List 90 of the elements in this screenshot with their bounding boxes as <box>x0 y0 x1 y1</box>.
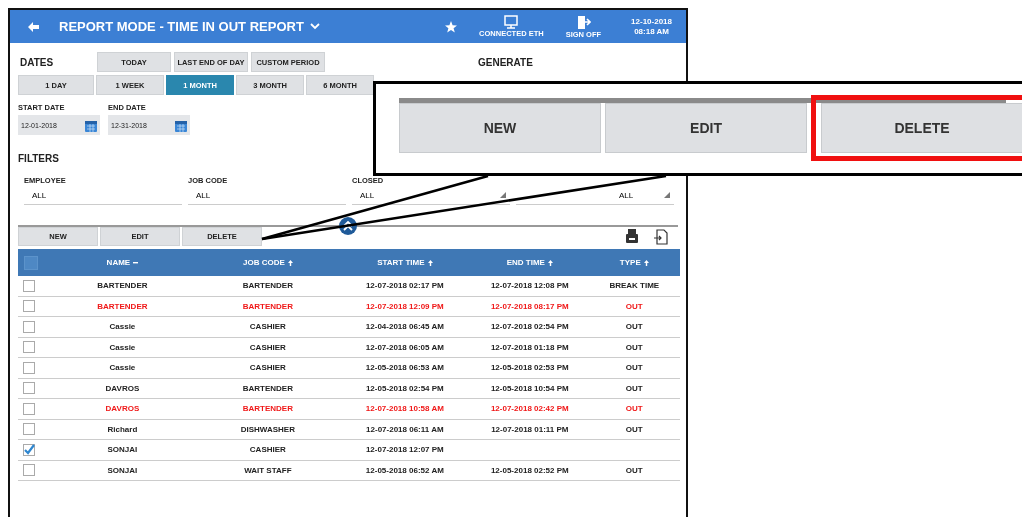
table-cell: 12-07-2018 08:17 PM <box>490 301 569 311</box>
filter-field[interactable]: ALL <box>24 186 182 205</box>
table-cell: DAVROS <box>105 383 140 393</box>
table-cell: OUT <box>625 342 643 352</box>
table-cell: 12-07-2018 01:18 PM <box>490 342 569 352</box>
table-cell: 12-07-2018 12:08 PM <box>490 281 569 291</box>
table-cell: 12-05-2018 02:53 PM <box>490 363 569 373</box>
table-cell: BREAK TIME <box>609 281 660 291</box>
zoomed-button[interactable]: DELETE <box>821 103 1022 153</box>
table-cell: CASHIER <box>249 363 286 373</box>
table-cell: 12-05-2018 10:54 PM <box>490 383 569 393</box>
table-cell: OUT <box>625 301 643 311</box>
row-checkbox[interactable] <box>23 279 35 292</box>
column-header[interactable]: JOB CODE <box>242 258 285 267</box>
table-cell: BARTENDER <box>242 383 293 393</box>
table-cell: WAIT STAFF <box>244 465 292 475</box>
door-exit-icon[interactable] <box>575 14 591 30</box>
table-cell: Richard <box>107 424 138 434</box>
column-header[interactable]: END TIME <box>506 258 545 267</box>
check-icon <box>23 443 35 456</box>
section-heading: FILTERS <box>18 153 60 164</box>
row-checkbox[interactable] <box>23 402 35 415</box>
table-cell: CASHIER <box>249 342 286 352</box>
dropdown-icon <box>500 192 506 198</box>
dropdown-field[interactable]: ALL <box>352 186 510 205</box>
table-cell: 12-07-2018 06:11 AM <box>366 424 444 434</box>
table-cell: DAVROS <box>105 404 140 414</box>
table-cell: BARTENDER <box>242 404 293 414</box>
caret-icon <box>309 23 320 30</box>
row-checkbox[interactable] <box>23 382 35 395</box>
table-cell: OUT <box>625 322 643 332</box>
table-cell: 12-07-2018 12:09 PM <box>365 301 444 311</box>
printer-icon[interactable] <box>626 228 638 243</box>
row-checkbox[interactable] <box>23 320 35 333</box>
column-header[interactable]: NAME <box>106 258 131 267</box>
table-cell: SONJAI <box>107 445 138 455</box>
table-cell: 12-07-2018 12:07 PM <box>365 445 444 455</box>
table-cell: OUT <box>625 404 643 414</box>
table-cell: BARTENDER <box>242 301 293 311</box>
collapse-icon[interactable] <box>339 217 357 235</box>
dropdown-field[interactable]: ALL <box>516 186 674 205</box>
row-checkbox[interactable] <box>23 300 35 313</box>
table-cell: Cassie <box>109 322 136 332</box>
calendar-icon <box>85 118 97 132</box>
table-cell: 12-05-2018 06:52 AM <box>365 465 444 475</box>
table-cell: BARTENDER <box>97 301 148 311</box>
table-cell: 12-05-2018 02:54 PM <box>365 383 444 393</box>
monitor-icon <box>504 15 519 29</box>
column-header[interactable]: START TIME <box>377 258 425 267</box>
back-arrow-icon[interactable] <box>28 21 39 32</box>
report-title[interactable]: REPORT MODE - TIME IN OUT REPORT <box>59 19 304 34</box>
column-header[interactable]: TYPE <box>619 258 641 267</box>
table-cell: BARTENDER <box>97 281 148 291</box>
zoomed-button[interactable]: NEW <box>399 103 601 153</box>
table-cell: 12-07-2018 02:42 PM <box>490 404 569 414</box>
zoomed-button[interactable]: EDIT <box>605 103 807 153</box>
table-cell: OUT <box>625 465 643 475</box>
table-cell: 12-07-2018 10:58 AM <box>365 404 444 414</box>
select-all-checkbox[interactable] <box>24 255 38 270</box>
date-text: 12-10-2018 <box>631 16 672 27</box>
table-cell: Cassie <box>109 342 136 352</box>
row-checkbox[interactable] <box>23 423 35 436</box>
table-cell: OUT <box>625 363 643 373</box>
star-icon[interactable] <box>445 20 458 33</box>
row-checkbox[interactable] <box>23 443 35 456</box>
table-cell: 12-07-2018 01:11 PM <box>491 424 569 434</box>
table-cell: 12-05-2018 02:52 PM <box>490 465 569 475</box>
table-cell: SONJAI <box>107 465 138 475</box>
table-cell: BARTENDER <box>242 281 293 291</box>
table-cell: DISHWASHER <box>240 424 295 434</box>
dropdown-icon <box>664 192 670 198</box>
table-cell: 12-04-2018 06:45 AM <box>365 322 444 332</box>
table-cell: 12-07-2018 02:17 PM <box>365 281 444 291</box>
row-checkbox[interactable] <box>23 361 35 374</box>
table-cell: 12-07-2018 06:05 AM <box>365 342 444 352</box>
table-cell: 12-05-2018 06:53 AM <box>365 363 444 373</box>
table-cell: CASHIER <box>249 445 286 455</box>
section-heading: DATES <box>19 56 55 68</box>
section-heading: GENERATE <box>478 56 533 68</box>
table-cell: 12-07-2018 02:54 PM <box>490 322 569 332</box>
time-text: 08:18 AM <box>633 26 670 37</box>
calendar-icon <box>175 118 187 132</box>
export-document-icon[interactable] <box>654 228 668 245</box>
row-checkbox[interactable] <box>23 464 35 477</box>
row-checkbox[interactable] <box>23 341 35 354</box>
filter-field[interactable]: ALL <box>188 186 346 205</box>
table-cell: Cassie <box>109 363 136 373</box>
table-cell: CASHIER <box>249 322 286 332</box>
table-cell: OUT <box>625 383 643 393</box>
table-cell: OUT <box>625 424 643 434</box>
